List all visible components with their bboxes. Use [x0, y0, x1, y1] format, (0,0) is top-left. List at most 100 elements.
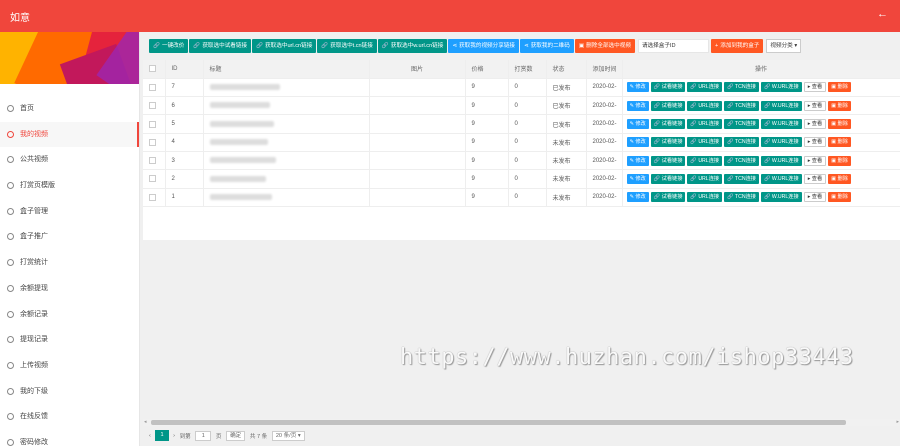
- row-checkbox[interactable]: [143, 169, 166, 189]
- url-link-button[interactable]: 🔗 URL连接: [687, 82, 723, 93]
- current-page[interactable]: 1: [155, 430, 169, 441]
- wurl-link-button[interactable]: 🔗 W.URL连接: [760, 100, 802, 111]
- sidebar-item-public-videos[interactable]: 公共视频: [0, 147, 139, 173]
- sidebar-item-withdraw-record[interactable]: 提现记录: [0, 327, 139, 353]
- trash-icon: ▣: [831, 84, 837, 91]
- row-checkbox[interactable]: [143, 114, 166, 134]
- sidebar-item-subordinates[interactable]: 我的下级: [0, 379, 139, 405]
- view-button[interactable]: ▸ 查看: [803, 100, 827, 111]
- cell-id: 6: [165, 96, 204, 116]
- per-page-select[interactable]: 20 条/页 ▾: [271, 430, 305, 441]
- wurl-link-button[interactable]: 🔗 W.URL连接: [760, 119, 802, 130]
- row-checkbox[interactable]: [143, 188, 166, 207]
- select-all-checkbox[interactable]: [143, 60, 166, 79]
- preview-link-button[interactable]: 🔗 试看链接: [650, 119, 686, 130]
- wurl-link-button[interactable]: 🔗 W.URL连接: [760, 82, 802, 93]
- url-link-button[interactable]: 🔗 URL连接: [687, 173, 723, 184]
- get-share-link-button[interactable]: ⋖ 获取我的视频分享链接: [448, 39, 520, 53]
- delete-button[interactable]: ▣ 删除: [828, 82, 851, 93]
- preview-link-button[interactable]: 🔗 试看链接: [650, 155, 686, 166]
- sidebar-item-reward-template[interactable]: 打赏页模版: [0, 173, 139, 199]
- edit-button[interactable]: ✎ 修改: [626, 100, 649, 111]
- sidebar-item-withdraw[interactable]: 余额提现: [0, 276, 139, 302]
- get-preview-link-button[interactable]: 🔗 获取选中试看链接: [189, 39, 252, 53]
- next-page-icon[interactable]: ›: [173, 433, 175, 439]
- delete-button[interactable]: ▣ 删除: [828, 119, 851, 130]
- edit-button[interactable]: ✎ 修改: [626, 192, 649, 203]
- sidebar-item-reward-stats[interactable]: 打赏统计: [0, 250, 139, 276]
- delete-button[interactable]: ▣ 删除: [828, 192, 851, 203]
- prev-page-icon[interactable]: ‹: [149, 433, 151, 439]
- tcn-link-button[interactable]: 🔗 TCN连接: [724, 173, 759, 184]
- get-wurlcn-link-button[interactable]: 🔗 获取选中w.url.cn链接: [377, 39, 448, 53]
- trash-icon: ▣: [831, 157, 837, 164]
- sidebar-item-feedback[interactable]: 在线反馈: [0, 404, 139, 430]
- delete-selected-button[interactable]: ▣ 删除全部选中视频: [574, 39, 635, 53]
- tcn-link-button[interactable]: 🔗 TCN连接: [724, 100, 759, 111]
- delete-button[interactable]: ▣ 删除: [828, 137, 851, 148]
- box-id-input[interactable]: 请选择盒子ID: [637, 39, 709, 53]
- horizontal-scrollbar[interactable]: ◂ ▸: [143, 419, 900, 426]
- view-button[interactable]: ▸ 查看: [803, 119, 827, 130]
- url-link-button[interactable]: 🔗 URL连接: [687, 100, 723, 111]
- wurl-link-button[interactable]: 🔗 W.URL连接: [760, 192, 802, 203]
- url-link-button[interactable]: 🔗 URL连接: [687, 137, 723, 148]
- tcn-link-button[interactable]: 🔗 TCN连接: [724, 82, 759, 93]
- tcn-link-button[interactable]: 🔗 TCN连接: [724, 155, 759, 166]
- row-checkbox[interactable]: [143, 133, 166, 152]
- preview-link-button[interactable]: 🔗 试看链接: [650, 137, 686, 148]
- get-qrcode-button[interactable]: ⋖ 获取我的二维码: [520, 39, 574, 53]
- scroll-left-icon[interactable]: ◂: [144, 419, 147, 425]
- bulk-price-button[interactable]: 🔗 一键改价: [149, 39, 189, 53]
- sidebar-item-password[interactable]: 密码修改: [0, 430, 139, 446]
- view-button[interactable]: ▸ 查看: [803, 82, 827, 93]
- get-tcn-link-button[interactable]: 🔗 获取选中t.cn链接: [317, 39, 377, 53]
- preview-link-button[interactable]: 🔗 试看链接: [650, 82, 686, 93]
- tcn-link-button[interactable]: 🔗 TCN连接: [724, 192, 759, 203]
- sidebar-item-box-promote[interactable]: 盒子推广: [0, 224, 139, 250]
- cell-time: 2020-02-: [586, 114, 623, 134]
- url-link-button[interactable]: 🔗 URL连接: [687, 192, 723, 203]
- delete-button[interactable]: ▣ 删除: [828, 173, 851, 184]
- wurl-link-button[interactable]: 🔗 W.URL连接: [760, 173, 802, 184]
- edit-button[interactable]: ✎ 修改: [626, 82, 649, 93]
- edit-button[interactable]: ✎ 修改: [626, 119, 649, 130]
- edit-button[interactable]: ✎ 修改: [626, 155, 649, 166]
- scroll-thumb[interactable]: [151, 420, 846, 425]
- sidebar-item-upload[interactable]: 上传视频: [0, 353, 139, 379]
- sidebar-item-home[interactable]: 首页: [0, 96, 139, 122]
- cell-status: 已发布: [546, 96, 587, 116]
- view-button[interactable]: ▸ 查看: [803, 137, 827, 148]
- table-row: 3 9 0 未发布 2020-02- ✎ 修改 🔗 试看链接 🔗 URL连接 🔗 TCN连接 🔗 …: [143, 151, 900, 171]
- wurl-link-button[interactable]: 🔗 W.URL连接: [760, 137, 802, 148]
- view-button[interactable]: ▸ 查看: [803, 192, 827, 203]
- preview-link-button[interactable]: 🔗 试看链接: [650, 192, 686, 203]
- page-input[interactable]: 1: [195, 430, 212, 441]
- delete-button[interactable]: ▣ 删除: [828, 155, 851, 166]
- link-icon: 🔗: [727, 157, 734, 164]
- add-to-box-button[interactable]: + 添加到我的盒子: [710, 39, 764, 53]
- preview-link-button[interactable]: 🔗 试看链接: [650, 173, 686, 184]
- edit-button[interactable]: ✎ 修改: [626, 137, 649, 148]
- view-button[interactable]: ▸ 查看: [803, 155, 827, 166]
- delete-button[interactable]: ▣ 删除: [828, 100, 851, 111]
- confirm-page-button[interactable]: 确定: [226, 430, 246, 441]
- edit-button[interactable]: ✎ 修改: [626, 173, 649, 184]
- url-link-button[interactable]: 🔗 URL连接: [687, 155, 723, 166]
- row-checkbox[interactable]: [143, 96, 166, 116]
- sidebar-item-box-manage[interactable]: 盒子管理: [0, 199, 139, 225]
- scroll-right-icon[interactable]: ▸: [896, 419, 899, 425]
- url-link-button[interactable]: 🔗 URL连接: [687, 119, 723, 130]
- tcn-link-button[interactable]: 🔗 TCN连接: [724, 137, 759, 148]
- category-select[interactable]: 视频分类 ▾: [766, 39, 802, 53]
- tcn-link-button[interactable]: 🔗 TCN连接: [724, 119, 759, 130]
- row-checkbox[interactable]: [143, 151, 166, 171]
- preview-link-button[interactable]: 🔗 试看链接: [650, 100, 686, 111]
- sidebar-item-my-videos[interactable]: 我的视频: [0, 121, 139, 148]
- row-checkbox[interactable]: [143, 78, 166, 98]
- get-urlcn-link-button[interactable]: 🔗 获取选中url.cn链接: [252, 39, 317, 53]
- view-button[interactable]: ▸ 查看: [803, 173, 827, 184]
- back-arrow-icon[interactable]: ←: [877, 8, 888, 20]
- wurl-link-button[interactable]: 🔗 W.URL连接: [760, 155, 802, 166]
- sidebar-item-balance-record[interactable]: 余额记录: [0, 302, 139, 328]
